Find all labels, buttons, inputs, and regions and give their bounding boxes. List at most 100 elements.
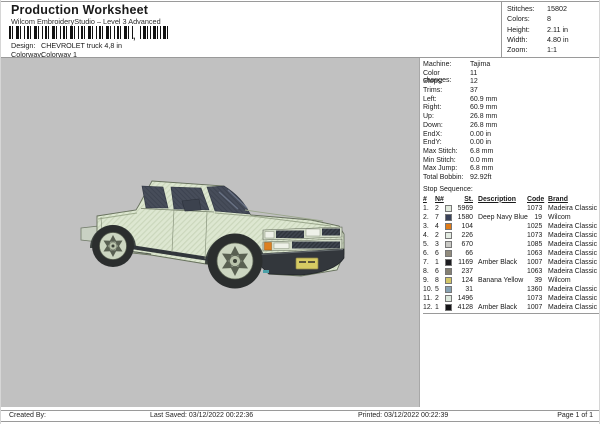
thread-swatch: [445, 286, 452, 293]
table-row: 1.259691073Madeira Classic 40: [423, 204, 600, 213]
plate-text-mark: [299, 261, 306, 263]
thread-swatch: [445, 259, 452, 266]
table-row: 12.14128Amber Black1007Madeira Classic 4…: [423, 303, 600, 312]
col-description: Description: [475, 196, 527, 203]
row-needle: 1: [435, 259, 445, 266]
table-row: 9.8124Banana Yellow39Wilcom: [423, 276, 600, 285]
row-num: 8.: [423, 268, 435, 275]
right-value: 60.9 mm: [470, 104, 600, 113]
stop-sequence-title: Stop Sequence:: [423, 186, 600, 195]
machine-value: Tajima: [470, 61, 600, 70]
row-needle: 2: [435, 232, 445, 239]
table-row: 5.3 670 1085Madeira Classic 40: [423, 240, 600, 249]
thread-swatch: [445, 304, 452, 311]
trims-value: 37: [470, 87, 600, 96]
trims-label: Trims:: [423, 87, 470, 96]
row-stitches: 66: [456, 250, 475, 257]
table-row: 7.11169Amber Black1007Madeira Classic 40: [423, 258, 600, 267]
row-code: 1085: [527, 241, 544, 248]
max-stitch-value: 6.8 mm: [470, 148, 600, 157]
row-code: 39: [527, 277, 544, 284]
row-stitches: 4128: [456, 304, 475, 311]
row-description: Amber Black: [475, 304, 527, 311]
table-row: 11.214961073Madeira Classic 40: [423, 294, 600, 303]
headlight-left: [265, 232, 274, 239]
row-needle: 3: [435, 241, 445, 248]
row-code: 1073: [527, 295, 544, 302]
down-value: 26.8 mm: [470, 122, 600, 131]
machine-label: Machine:: [423, 61, 470, 70]
colors-value: 8: [547, 14, 600, 24]
zoom-value: 1:1: [547, 45, 600, 55]
row-needle: 1: [435, 304, 445, 311]
width-label: Width:: [507, 35, 547, 45]
endx-value: 0.00 in: [470, 131, 600, 140]
thread-swatch: [445, 223, 452, 230]
row-needle: 4: [435, 223, 445, 230]
page-number: Page 1 of 1: [557, 412, 593, 419]
row-num: 1.: [423, 205, 435, 212]
right-label: Right:: [423, 104, 470, 113]
table-row: 3.41041025Madeira Classic 40: [423, 222, 600, 231]
up-label: Up:: [423, 113, 470, 122]
row-stitches: 670: [456, 241, 475, 248]
thread-swatch: [445, 250, 452, 257]
row-num: 11.: [423, 295, 435, 302]
col-num: #: [423, 196, 435, 203]
rear-wheel: [92, 225, 134, 267]
row-brand: Madeira Classic 40: [544, 232, 600, 239]
row-needle: 8: [435, 277, 445, 284]
row-stitches: 5969: [456, 205, 475, 212]
down-label: Down:: [423, 122, 470, 131]
row-stitches: 1169: [456, 259, 475, 266]
row-brand: Madeira Classic 40: [544, 250, 600, 257]
endy-value: 0.00 in: [470, 139, 600, 148]
col-needle: N#: [435, 196, 445, 203]
row-needle: 7: [435, 214, 445, 221]
headlight-right: [306, 229, 320, 236]
side-mirror: [182, 199, 201, 211]
row-brand: Madeira Classic 40: [544, 223, 600, 230]
row-needle: 2: [435, 205, 445, 212]
footer-top-rule: [1, 410, 600, 411]
row-brand: Wilcom: [544, 277, 600, 284]
design-preview-canvas: [1, 58, 420, 407]
table-row: 6.6661063Madeira Classic 40: [423, 249, 600, 258]
table-row: 2.71580Deep Navy Blue19Wilcom: [423, 213, 600, 222]
design-row: Design: CHEVROLET truck 4,8 in: [11, 41, 122, 50]
barcode-bars-group1: [9, 26, 133, 39]
thread-swatch: [445, 205, 452, 212]
row-needle: 6: [435, 268, 445, 275]
design-label: Design:: [11, 41, 39, 50]
license-plate: [296, 258, 318, 269]
app-subtitle: Wilcom EmbroideryStudio – Level 3 Advanc…: [11, 17, 161, 26]
endx-label: EndX:: [423, 131, 470, 140]
row-stitches: 237: [456, 268, 475, 275]
stop-sequence-table: # N# St. Description Code Brand 1.259691…: [423, 195, 600, 314]
row-code: 1007: [527, 304, 544, 311]
row-description: Banana Yellow: [475, 277, 527, 284]
max-jump-value: 6.8 mm: [470, 165, 600, 174]
table-row: 8.62371063Madeira Classic 40: [423, 267, 600, 276]
zoom-label: Zoom:: [507, 45, 547, 55]
width-value: 4.80 in: [547, 35, 600, 45]
machine-info-panel: Machine:Tajima Color changes:11 Stops:12…: [421, 58, 600, 411]
design-stats-box: Stitches:15802 Colors:8 Height:2.11 in W…: [501, 1, 600, 57]
height-value: 2.11 in: [547, 25, 600, 35]
col-stitches: St.: [456, 196, 475, 203]
barcode-bars-group2: [140, 26, 170, 39]
row-stitches: 1580: [456, 214, 475, 221]
min-stitch-label: Min Stitch:: [423, 157, 470, 166]
row-description: Amber Black: [475, 259, 527, 266]
row-brand: Madeira Classic 40: [544, 241, 600, 248]
row-needle: 5: [435, 286, 445, 293]
row-num: 5.: [423, 241, 435, 248]
design-barcode: ,: [9, 26, 170, 39]
row-code: 1063: [527, 250, 544, 257]
table-row: 4.22261073Madeira Classic 40: [423, 231, 600, 240]
endy-label: EndY:: [423, 139, 470, 148]
stop-sequence-header: # N# St. Description Code Brand: [423, 195, 600, 204]
row-stitches: 1496: [456, 295, 475, 302]
row-brand: Madeira Classic 40: [544, 286, 600, 293]
min-stitch-value: 0.0 mm: [470, 157, 600, 166]
